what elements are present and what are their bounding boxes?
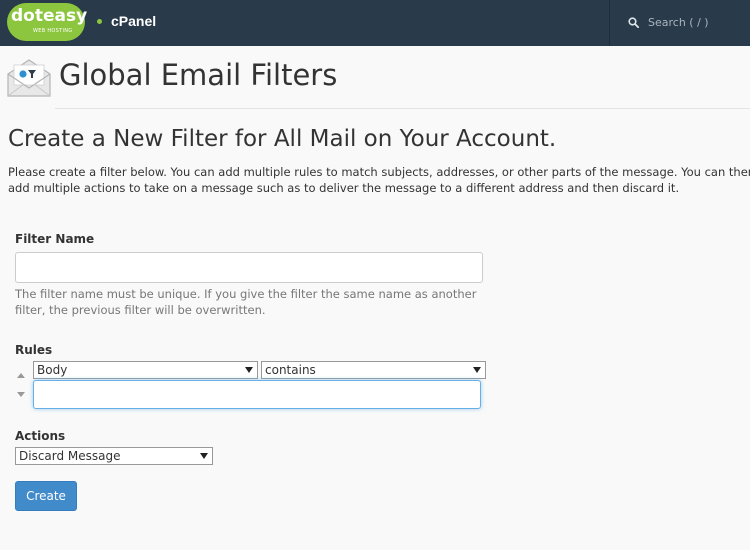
search-icon: [628, 17, 639, 28]
rules-label: Rules: [15, 343, 53, 357]
chevron-down-icon: [245, 367, 253, 373]
chevron-down-icon: [200, 453, 208, 459]
page-title: Global Email Filters: [59, 58, 338, 92]
action-select[interactable]: Discard Message: [15, 447, 213, 465]
action-value: Discard Message: [19, 449, 121, 463]
email-filter-icon: [7, 59, 51, 97]
filter-name-label: Filter Name: [15, 232, 95, 246]
intro-text: Please create a filter below. You can ad…: [8, 165, 750, 195]
search-area: [609, 0, 750, 46]
doteasy-logo[interactable]: doteasy WEB HOSTING: [7, 3, 88, 41]
separator-dot: [97, 19, 102, 24]
move-rule-down-icon[interactable]: [17, 392, 25, 397]
top-bar: doteasy WEB HOSTING cPanel: [0, 0, 750, 46]
rule-part-select[interactable]: Body: [33, 361, 258, 379]
rule-operator-select[interactable]: contains: [261, 361, 486, 379]
logo-subtitle: WEB HOSTING: [33, 28, 73, 34]
create-button[interactable]: Create: [15, 481, 77, 511]
move-rule-up-icon[interactable]: [17, 373, 25, 378]
logo-word: doteasy: [11, 6, 88, 26]
filter-name-help: The filter name must be unique. If you g…: [15, 287, 477, 317]
chevron-down-icon: [473, 367, 481, 373]
section-title: Create a New Filter for All Mail on Your…: [8, 126, 557, 152]
search-input[interactable]: [648, 12, 748, 32]
cpanel-brand[interactable]: cPanel: [111, 13, 156, 30]
filter-name-input[interactable]: [15, 252, 483, 283]
rule-part-value: Body: [37, 363, 68, 377]
header-divider: [55, 108, 750, 109]
actions-label: Actions: [15, 429, 66, 443]
rule-operator-value: contains: [265, 363, 316, 377]
rule-value-input[interactable]: [33, 380, 481, 409]
